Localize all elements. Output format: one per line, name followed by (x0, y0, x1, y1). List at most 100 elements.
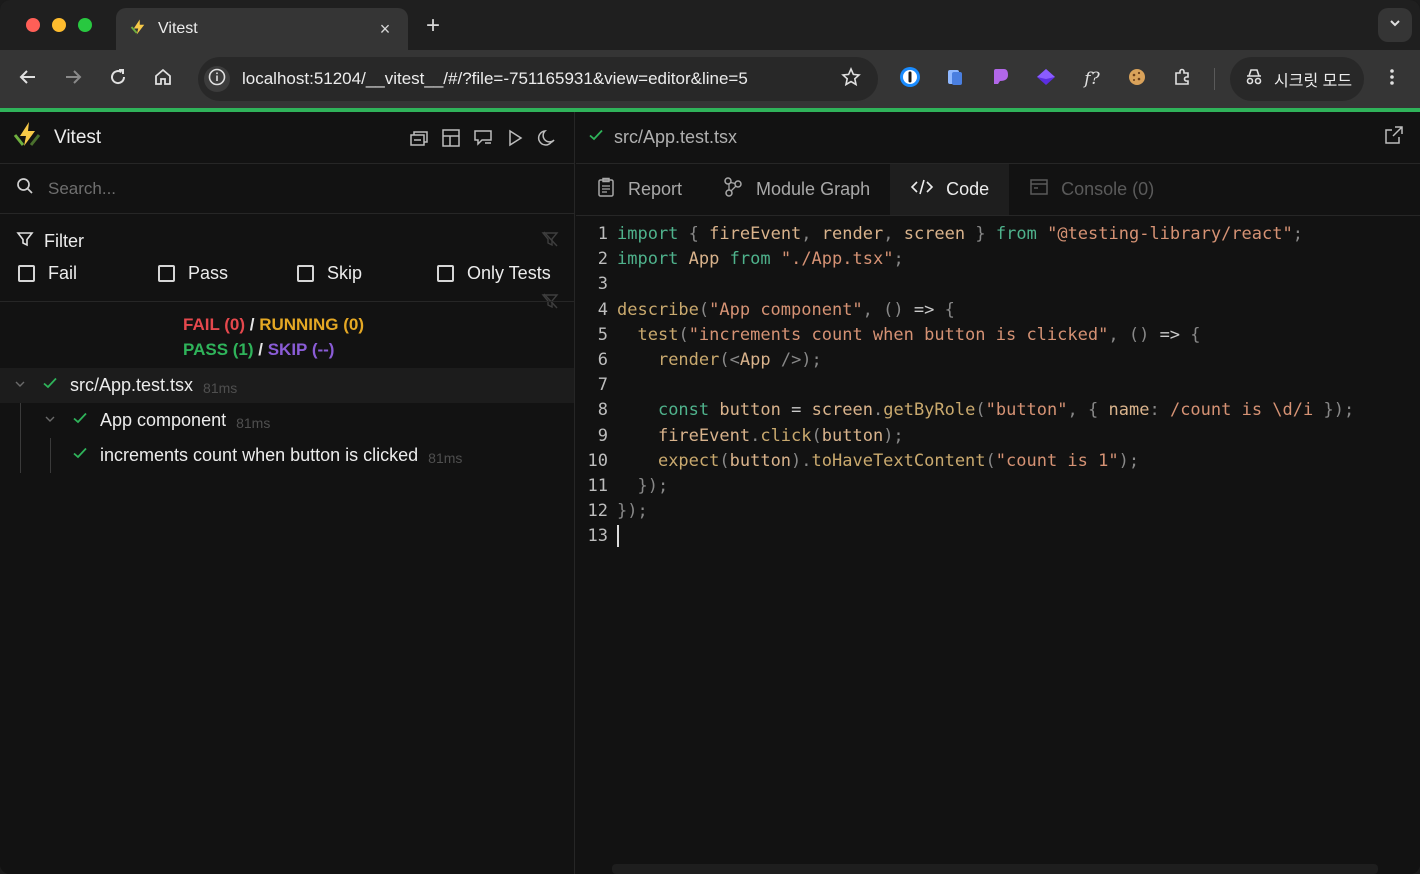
tab-code-label: Code (946, 179, 990, 199)
line-number: 9 (597, 425, 608, 446)
tree-item-duration: 81ms (236, 414, 271, 431)
password-manager-icon (899, 66, 921, 93)
chevron-down-icon[interactable] (44, 412, 56, 430)
code-line: 11 }); (576, 474, 1420, 499)
search-input[interactable] (48, 178, 508, 199)
back-button[interactable] (16, 67, 40, 91)
horizontal-scrollbar[interactable] (612, 864, 1378, 874)
app-name: Vitest (54, 126, 102, 148)
extension-palette[interactable] (988, 67, 1012, 91)
extension-fonts[interactable]: f? (1080, 67, 1104, 91)
tab-console[interactable]: Console (0) (1009, 164, 1174, 215)
close-window-button[interactable] (26, 18, 40, 32)
check-icon (72, 410, 88, 431)
line-number: 11 (587, 475, 608, 496)
arrow-right-icon (63, 67, 83, 92)
code-editor[interactable]: 1 import { fireEvent, render, screen } fr… (576, 222, 1420, 549)
tab-code[interactable]: Code (890, 164, 1010, 215)
clipboard-icon (596, 177, 616, 202)
line-number: 13 (587, 526, 608, 547)
code-line: 2 import App from "./App.tsx"; (576, 247, 1420, 272)
bookmark-button[interactable] (840, 66, 862, 92)
code-line: 7 (576, 373, 1420, 398)
line-number: 12 (587, 501, 608, 522)
code-icon (910, 177, 934, 202)
sidebar-panel: Vitest Filter Fail Pass (0, 112, 575, 874)
zoom-window-button[interactable] (78, 18, 92, 32)
tab-close-icon[interactable]: × (376, 19, 394, 40)
running-count: RUNNING (0) (259, 315, 365, 334)
extension-1password[interactable] (898, 66, 922, 93)
filter-only-tests-label: Only Tests (467, 263, 551, 283)
incognito-label: 시크릿 모드 (1274, 73, 1353, 90)
open-external-icon[interactable] (1384, 125, 1404, 150)
document-icon (945, 67, 965, 92)
line-number: 10 (587, 450, 608, 471)
app-header: Vitest (0, 112, 574, 164)
reload-button[interactable] (106, 67, 130, 91)
incognito-button[interactable]: 시크릿 모드 (1230, 57, 1364, 101)
url-text[interactable]: localhost:51204/__vitest__/#/?file=-7511… (242, 69, 840, 89)
filter-pass-label: Pass (188, 263, 229, 283)
skip-count: SKIP (--) (267, 340, 335, 359)
new-tab-button[interactable]: + (420, 12, 446, 40)
home-button[interactable] (151, 67, 175, 91)
filter-skip-label: Skip (327, 263, 363, 283)
minimize-window-button[interactable] (52, 18, 66, 32)
tab-module-graph[interactable]: Module Graph (702, 164, 890, 215)
code-line: 13 (576, 524, 1420, 549)
browser-menu-button[interactable] (1380, 67, 1404, 91)
extension-docs[interactable] (943, 67, 967, 91)
tree-item-suite[interactable]: App component 81ms (0, 403, 574, 473)
browser-toolbar: localhost:51204/__vitest__/#/?file=-7511… (0, 50, 1420, 108)
code-line: 8 const button = screen.getByRole("butto… (576, 398, 1420, 423)
run-all-button[interactable] (504, 127, 526, 149)
site-info-button[interactable] (204, 66, 230, 92)
arrow-left-icon (18, 67, 38, 92)
vitest-logo-icon (12, 120, 42, 155)
extension-cookie[interactable] (1125, 67, 1149, 91)
chevron-down-icon[interactable] (14, 377, 26, 395)
graph-icon (722, 176, 744, 203)
tree-item-test[interactable]: increments count when button is clicked … (0, 438, 574, 473)
reload-icon (108, 67, 128, 92)
extension-layers[interactable] (1034, 67, 1058, 91)
browser-tab[interactable]: Vitest × (116, 8, 408, 50)
star-icon (841, 66, 861, 92)
code-line: 1 import { fireEvent, render, screen } fr… (576, 222, 1420, 247)
forward-button[interactable] (61, 67, 85, 91)
tab-search-button[interactable] (1378, 8, 1412, 42)
filter-only-tests-checkbox[interactable]: Only Tests (437, 263, 551, 284)
filter-fail-checkbox[interactable]: Fail (18, 263, 77, 284)
file-path: src/App.test.tsx (614, 127, 738, 147)
filter-pass-checkbox[interactable]: Pass (158, 263, 228, 284)
dashboard-button[interactable] (440, 127, 462, 149)
coverage-button[interactable] (472, 127, 494, 149)
chevron-down-icon (1388, 16, 1402, 35)
line-number: 1 (597, 224, 608, 244)
tab-report[interactable]: Report (576, 164, 702, 215)
extensions-button[interactable] (1170, 67, 1194, 91)
line-number: 6 (597, 349, 608, 370)
incognito-icon (1244, 67, 1264, 92)
tab-title: Vitest (158, 20, 198, 37)
puzzle-icon (1172, 67, 1192, 92)
clear-filter-icon[interactable] (541, 230, 559, 253)
code-line: 3 (576, 272, 1420, 297)
toggle-dark-mode-button[interactable] (536, 127, 558, 149)
line-number: 5 (597, 324, 608, 345)
tab-module-graph-label: Module Graph (756, 179, 871, 199)
collapse-all-button[interactable] (408, 127, 430, 149)
check-icon (588, 127, 604, 148)
code-line: 4 describe("App component", () => { (576, 298, 1420, 323)
code-line: 10 expect(button).toHaveTextContent("cou… (576, 449, 1420, 474)
line-number: 7 (597, 375, 608, 396)
address-bar[interactable]: localhost:51204/__vitest__/#/?file=-7511… (198, 57, 878, 101)
console-icon (1029, 177, 1049, 202)
filter-skip-checkbox[interactable]: Skip (297, 263, 362, 284)
filter-panel: Filter Fail Pass Skip Only Tests (0, 214, 574, 302)
app-toolbar (408, 127, 574, 149)
search-row (0, 164, 574, 309)
tree-item-file[interactable]: src/App.test.tsx 81ms (0, 368, 574, 403)
pass-count: PASS (1) (183, 340, 254, 359)
